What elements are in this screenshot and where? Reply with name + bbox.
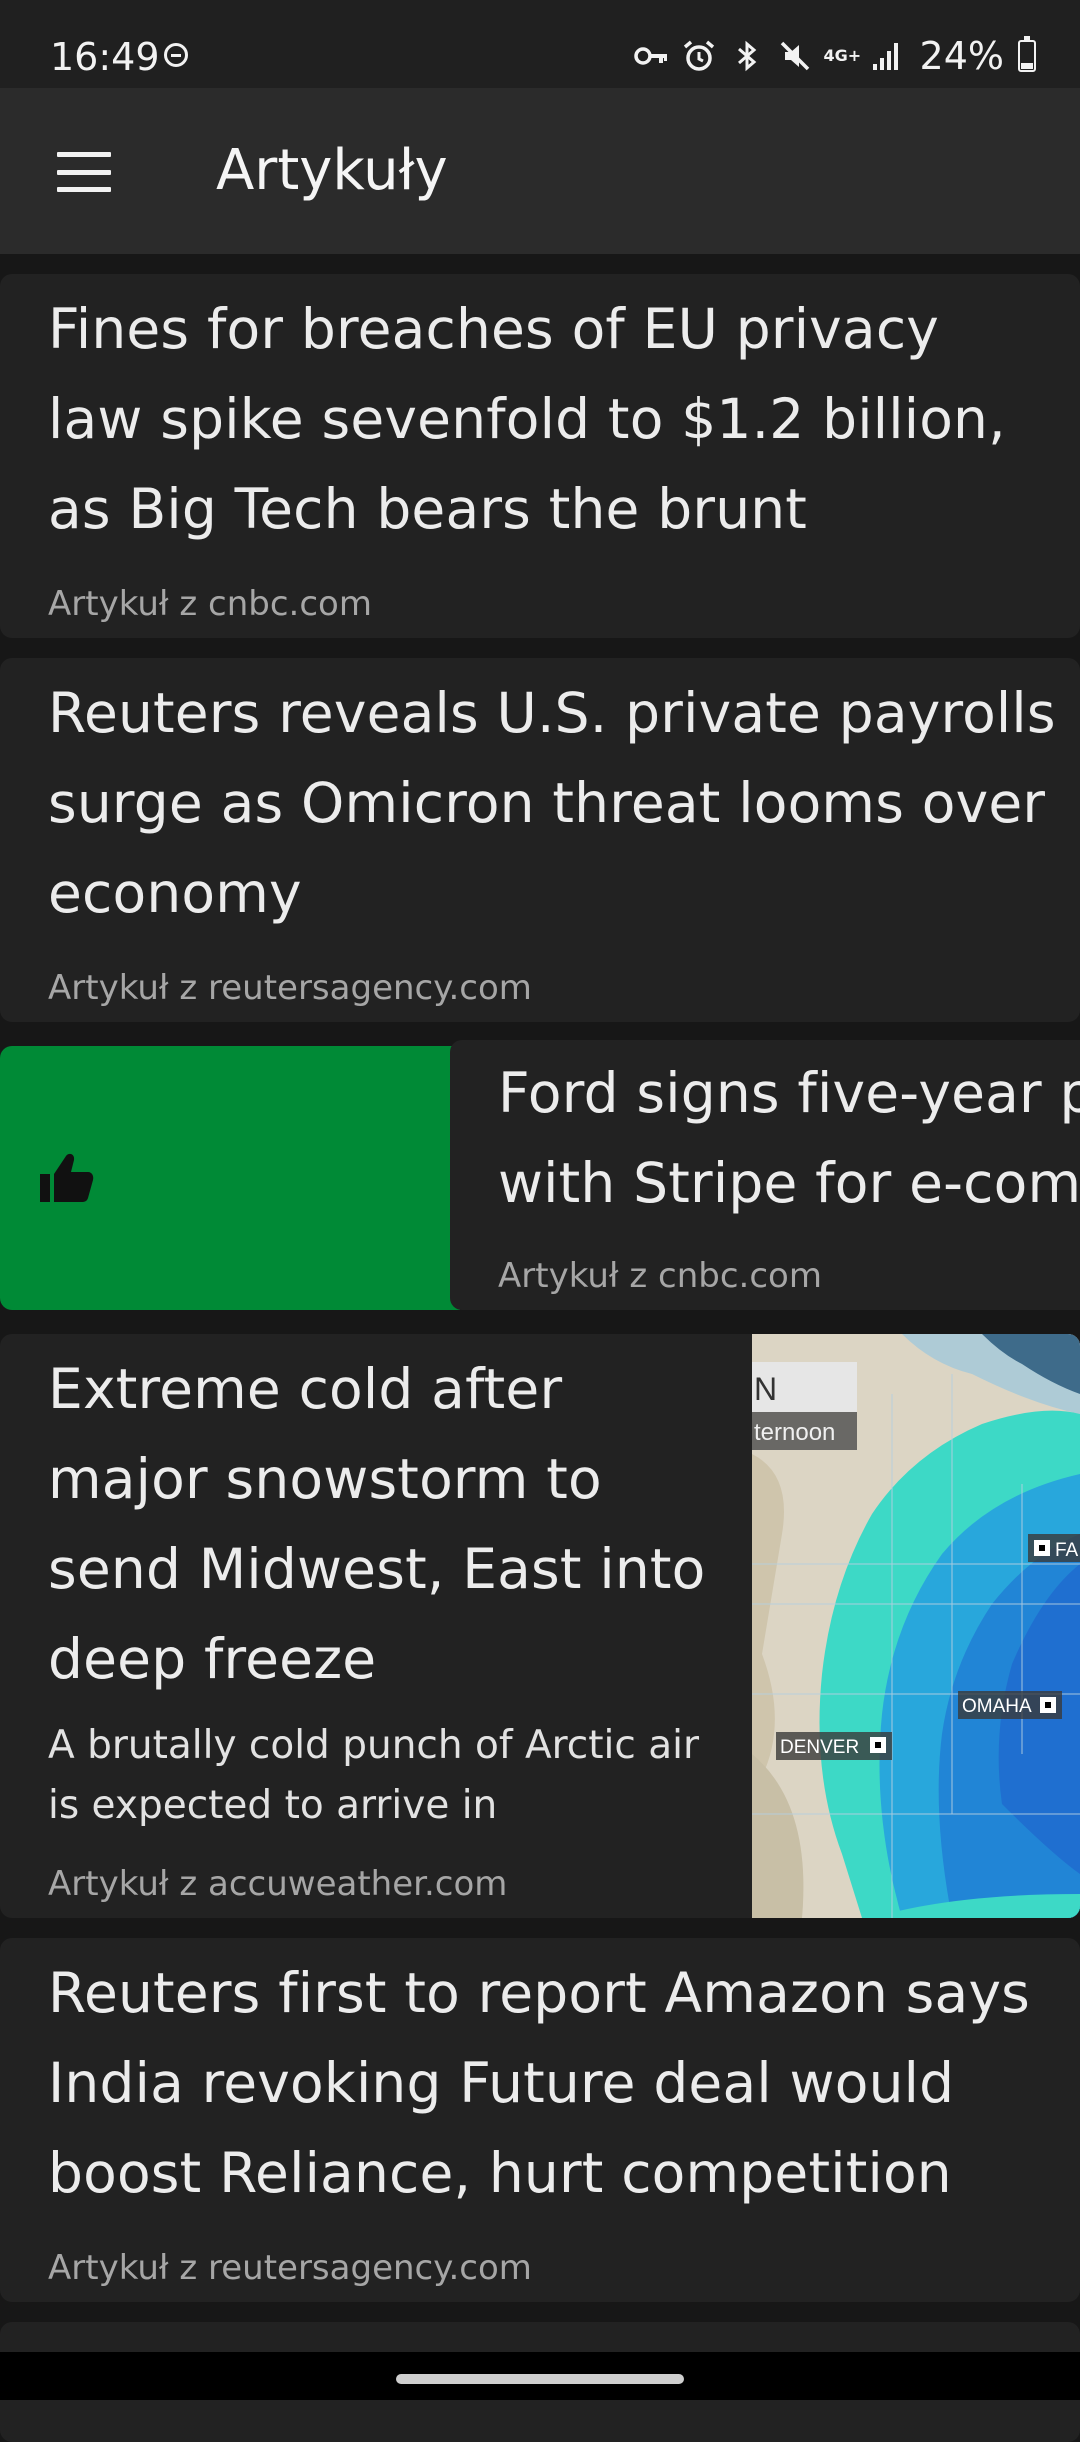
- status-time: 16:49: [50, 35, 160, 79]
- article-title: Reuters reveals U.S. private payrolls su…: [48, 681, 1056, 925]
- do-not-disturb-icon: [164, 43, 188, 67]
- article-source: Artykuł z cnbc.com: [48, 584, 372, 624]
- article-card-swiped[interactable]: Ford signs five-year pa with Stripe for …: [450, 1040, 1080, 1310]
- mute-icon: [776, 37, 814, 75]
- article-title-line-1: Ford signs five-year pa: [498, 1061, 1080, 1125]
- menu-button[interactable]: [40, 132, 128, 212]
- article-title: Ford signs five-year pa with Stripe for …: [498, 1048, 1080, 1228]
- network-type: 4G+: [823, 46, 862, 65]
- article-card[interactable]: Fines for breaches of EU privacy law spi…: [0, 274, 1080, 638]
- article-thumbnail: N ternoon FA OMAHA DENVER: [752, 1334, 1080, 1918]
- signal-icon: [868, 37, 906, 75]
- article-source: Artykuł z accuweather.com: [48, 1864, 508, 1904]
- battery-level: [1021, 63, 1033, 69]
- article-title: Fines for breaches of EU privacy law spi…: [48, 297, 1006, 541]
- alarm-icon: [680, 37, 718, 75]
- article-card[interactable]: Extreme cold after major snowstorm to se…: [0, 1334, 1080, 1918]
- battery-percentage: 24%: [919, 34, 1004, 78]
- status-icons: 4G+ 24%: [632, 32, 1036, 80]
- map-label-sub: ternoon: [754, 1419, 835, 1446]
- battery-icon: [1018, 36, 1036, 72]
- map-city-omaha: OMAHA: [962, 1696, 1032, 1717]
- article-card[interactable]: Reuters reveals U.S. private payrolls su…: [0, 658, 1080, 1022]
- map-label-top: N: [754, 1371, 777, 1407]
- bluetooth-icon: [728, 37, 766, 75]
- article-source: Artykuł z reutersagency.com: [48, 968, 532, 1008]
- app-bar: Artykuły: [0, 88, 1080, 254]
- article-title: Reuters first to report Amazon says Indi…: [48, 1961, 1031, 2205]
- thumbs-up-icon: [40, 1153, 94, 1202]
- article-summary: A brutally cold punch of Arctic air is e…: [48, 1723, 699, 1828]
- home-gesture-handle[interactable]: [396, 2374, 684, 2384]
- hamburger-menu-icon: [57, 152, 111, 192]
- vpn-key-icon: [632, 37, 670, 75]
- article-card[interactable]: Reuters first to report Amazon says Indi…: [0, 1938, 1080, 2302]
- article-source: Artykuł z cnbc.com: [498, 1256, 822, 1296]
- article-source: Artykuł z reutersagency.com: [48, 2248, 532, 2288]
- page-title: Artykuły: [216, 138, 448, 203]
- map-city-fa: FA: [1055, 1540, 1079, 1561]
- weather-map: N ternoon FA OMAHA DENVER: [752, 1334, 1080, 1918]
- map-city-denver: DENVER: [780, 1737, 859, 1758]
- status-bar: 16:49 4G+ 24%: [0, 0, 1080, 88]
- article-title: Extreme cold after major snowstorm to se…: [48, 1357, 706, 1691]
- article-title-line-2: with Stripe for e-comm: [498, 1151, 1080, 1215]
